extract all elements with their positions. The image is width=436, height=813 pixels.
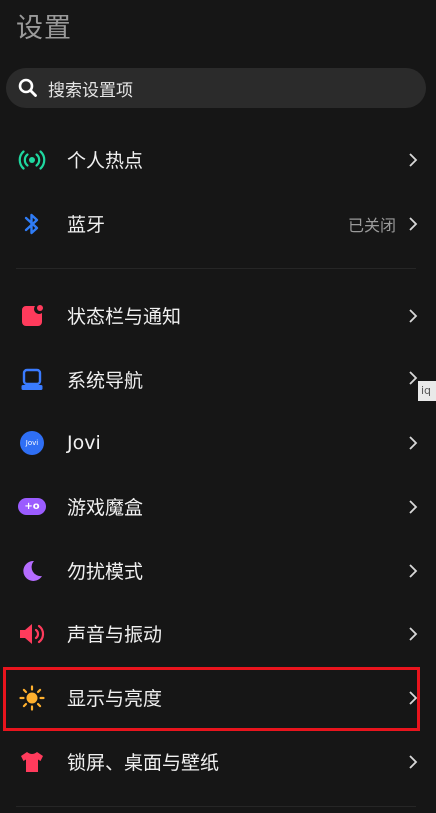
settings-item-bluetooth[interactable]: 蓝牙 已关闭 — [0, 192, 436, 255]
speaker-icon — [18, 620, 46, 648]
search-icon — [18, 78, 37, 97]
chevron-right-icon — [409, 308, 418, 323]
chevron-right-icon — [409, 370, 418, 385]
bluetooth-status: 已关闭 — [347, 215, 396, 235]
jovi-icon: Jovi — [18, 429, 46, 457]
chevron-right-icon — [409, 626, 418, 641]
section-divider — [16, 806, 416, 807]
chevron-right-icon — [409, 152, 418, 167]
settings-item-label: 系统导航 — [67, 370, 144, 392]
tshirt-icon — [18, 748, 46, 776]
settings-item-status-bar[interactable]: 状态栏与通知 — [0, 284, 436, 347]
chevron-right-icon — [409, 754, 418, 769]
settings-item-label: 游戏魔盒 — [67, 497, 144, 519]
settings-item-label: 勿扰模式 — [67, 561, 144, 583]
settings-item-label: 状态栏与通知 — [67, 306, 182, 328]
settings-item-label: Jovi — [67, 431, 101, 454]
settings-item-navigation[interactable]: 系统导航 — [0, 348, 436, 411]
page-title: 设置 — [16, 13, 72, 44]
section-divider — [16, 268, 416, 269]
settings-item-label: 蓝牙 — [67, 214, 106, 236]
jovi-icon-text: Jovi — [20, 430, 44, 455]
chevron-right-icon — [409, 563, 418, 578]
settings-item-hotspot[interactable]: 个人热点 — [0, 128, 436, 191]
moon-icon — [18, 557, 46, 585]
chevron-right-icon — [409, 216, 418, 231]
chevron-right-icon — [409, 435, 418, 450]
settings-item-sound[interactable]: 声音与振动 — [0, 602, 436, 665]
settings-item-label: 锁屏、桌面与壁纸 — [67, 752, 220, 774]
bluetooth-icon — [18, 210, 46, 238]
search-placeholder[interactable]: 搜索设置项 — [48, 76, 133, 101]
hotspot-icon — [18, 146, 46, 174]
status-bar-icon — [18, 302, 46, 330]
floating-tooltip: iq — [418, 381, 436, 401]
settings-item-game-box[interactable]: +o 游戏魔盒 — [0, 475, 436, 538]
gamepad-icon-text: +o — [18, 498, 46, 515]
settings-item-label: 个人热点 — [67, 150, 144, 172]
settings-item-label: 声音与振动 — [67, 624, 163, 646]
gamepad-icon: +o — [18, 493, 46, 521]
highlight-box — [3, 667, 420, 731]
settings-item-jovi[interactable]: Jovi Jovi — [0, 411, 436, 474]
settings-item-wallpaper[interactable]: 锁屏、桌面与壁纸 — [0, 730, 436, 793]
search-bar[interactable]: 搜索设置项 — [6, 68, 426, 108]
chevron-right-icon — [409, 499, 418, 514]
navigation-icon — [18, 366, 46, 394]
settings-item-do-not-disturb[interactable]: 勿扰模式 — [0, 539, 436, 602]
